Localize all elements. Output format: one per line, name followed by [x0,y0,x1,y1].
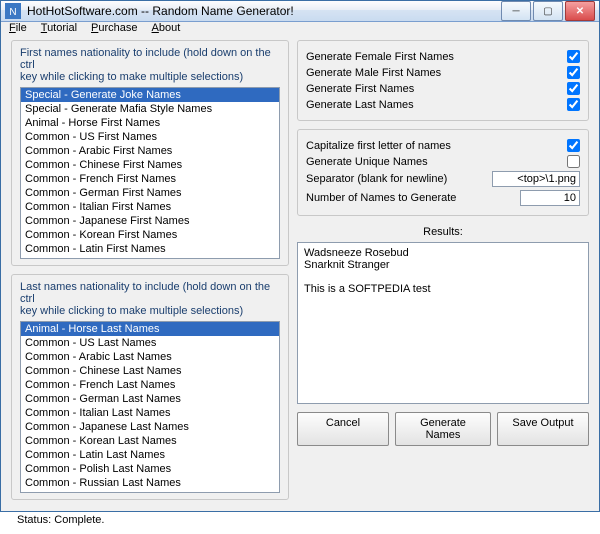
gen-male-checkbox[interactable] [567,66,580,79]
list-item[interactable]: Special - Generate Mafia Style Names [21,102,279,116]
cancel-button[interactable]: Cancel [297,412,389,446]
list-item[interactable]: Animal - Horse First Names [21,116,279,130]
list-item[interactable]: Common - Native Indian First Names [21,256,279,259]
menu-about[interactable]: About [152,22,181,34]
gen-female-checkbox[interactable] [567,50,580,63]
list-item[interactable]: Common - French Last Names [21,378,279,392]
first-names-label: First names nationality to include (hold… [20,47,280,83]
separator-input[interactable] [492,171,580,187]
list-item[interactable]: Common - Latin First Names [21,242,279,256]
window-title: HotHotSoftware.com -- Random Name Genera… [27,4,499,18]
results-label: Results: [297,226,589,238]
list-item[interactable]: Common - German Last Names [21,392,279,406]
list-item[interactable]: Common - Latin Last Names [21,448,279,462]
list-item[interactable]: Special - Generate Joke Names [21,88,279,102]
first-names-listbox[interactable]: Special - Generate Joke NamesSpecial - G… [20,87,280,259]
generate-button[interactable]: Generate Names [395,412,491,446]
unique-label: Generate Unique Names [306,156,428,168]
right-column: Generate Female First Names Generate Mal… [297,40,589,526]
list-item[interactable]: Common - Polish Last Names [21,462,279,476]
results-textbox[interactable]: Wadsneeze Rosebud Snarknit Stranger This… [297,242,589,404]
menu-purchase[interactable]: Purchase [91,22,137,34]
maximize-button[interactable]: ▢ [533,1,563,21]
save-output-button[interactable]: Save Output [497,412,589,446]
list-item[interactable]: Common - Korean Last Names [21,434,279,448]
capitalize-checkbox[interactable] [567,139,580,152]
list-item[interactable]: Common - Chinese Last Names [21,364,279,378]
gen-first-label: Generate First Names [306,83,414,95]
button-bar: Cancel Generate Names Save Output [297,412,589,446]
list-item[interactable]: Common - German First Names [21,186,279,200]
last-names-label: Last names nationality to include (hold … [20,281,280,317]
menubar: File Tutorial Purchase About [1,22,599,34]
list-item[interactable]: Common - US Last Names [21,336,279,350]
list-item[interactable]: Common - Russian Last Names [21,476,279,490]
menu-file[interactable]: File [9,22,27,34]
num-names-label: Number of Names to Generate [306,192,456,204]
list-item[interactable]: Common - Arabic First Names [21,144,279,158]
list-item[interactable]: Common - French First Names [21,172,279,186]
list-item[interactable]: Common - Italian First Names [21,200,279,214]
gen-male-label: Generate Male First Names [306,67,441,79]
svg-text:N: N [9,7,16,18]
gen-last-label: Generate Last Names [306,99,414,111]
list-item[interactable]: Animal - Horse Last Names [21,322,279,336]
list-item[interactable]: Common - Japanese First Names [21,214,279,228]
generate-options-group: Generate Female First Names Generate Mal… [297,40,589,121]
separator-label: Separator (blank for newline) [306,173,447,185]
gen-female-label: Generate Female First Names [306,51,454,63]
gen-first-checkbox[interactable] [567,82,580,95]
list-item[interactable]: Common - Arabic Last Names [21,350,279,364]
gen-last-checkbox[interactable] [567,98,580,111]
capitalize-label: Capitalize first letter of names [306,140,451,152]
titlebar: N HotHotSoftware.com -- Random Name Gene… [1,1,599,22]
client-area: First names nationality to include (hold… [1,34,599,534]
left-column: First names nationality to include (hold… [11,40,289,526]
unique-checkbox[interactable] [567,155,580,168]
list-item[interactable]: Common - Italian Last Names [21,406,279,420]
menu-tutorial[interactable]: Tutorial [41,22,77,34]
format-options-group: Capitalize first letter of names Generat… [297,129,589,216]
minimize-button[interactable]: ─ [501,1,531,21]
list-item[interactable]: Common - US First Names [21,130,279,144]
status-text: Status: Complete. [11,514,289,526]
list-item[interactable]: Common - Chinese First Names [21,158,279,172]
list-item[interactable]: Common - Japanese Last Names [21,420,279,434]
app-window: N HotHotSoftware.com -- Random Name Gene… [0,0,600,512]
close-button[interactable]: ✕ [565,1,595,21]
list-item[interactable]: Common - Korean First Names [21,228,279,242]
num-names-input[interactable] [520,190,580,206]
last-names-group: Last names nationality to include (hold … [11,274,289,500]
app-icon: N [5,3,21,19]
last-names-listbox[interactable]: Animal - Horse Last NamesCommon - US Las… [20,321,280,493]
first-names-group: First names nationality to include (hold… [11,40,289,266]
